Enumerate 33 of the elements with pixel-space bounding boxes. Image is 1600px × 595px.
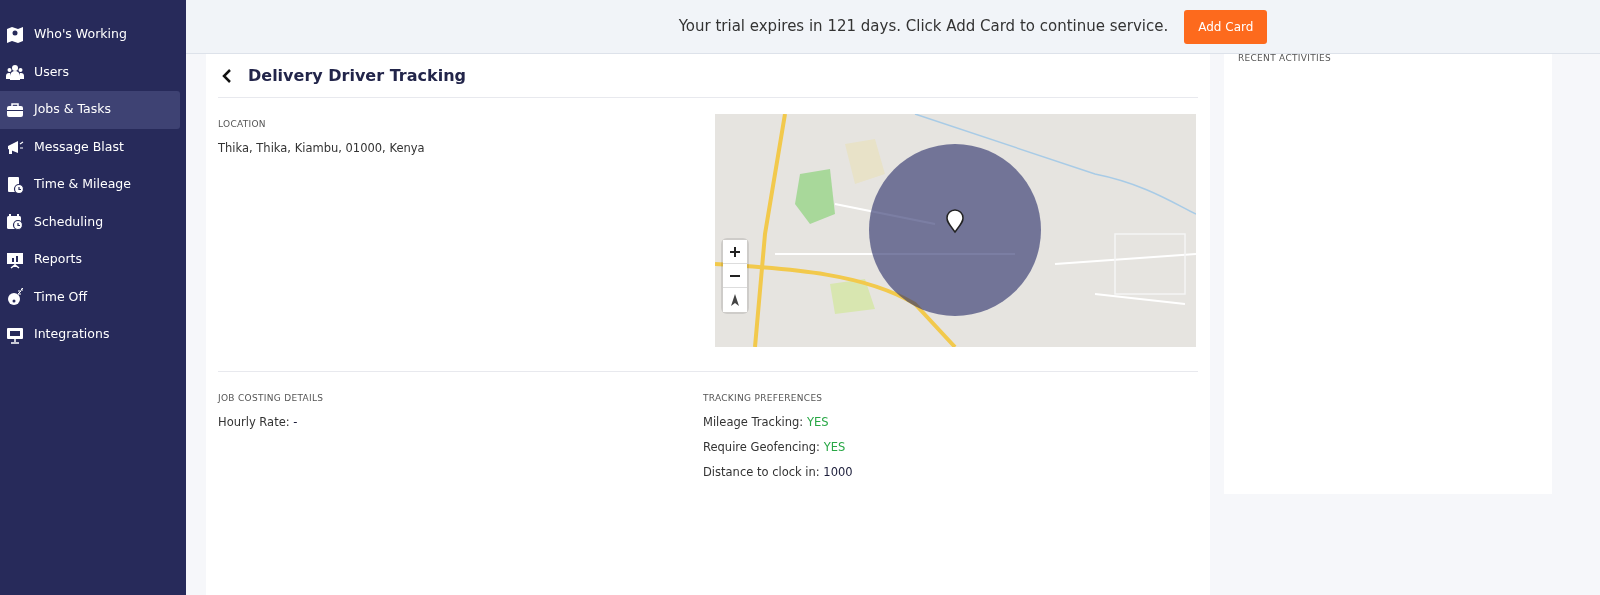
- trial-message: Your trial expires in 121 days. Click Add Card to continue service.: [678, 16, 1169, 38]
- users-icon: [6, 63, 24, 82]
- sidebar-item[interactable]: Jobs & Tasks: [0, 91, 180, 129]
- section-heading: TRACKING PREFERENCES: [703, 392, 824, 405]
- detail-line: Distance to clock in: 1000: [703, 464, 853, 481]
- sidebar-item[interactable]: Message Blast: [0, 128, 180, 166]
- sidebar-item[interactable]: Who's Working: [0, 16, 180, 54]
- sidebar-item[interactable]: Scheduling: [0, 203, 180, 241]
- clock-document-icon: [6, 175, 24, 194]
- map-icon: [6, 25, 24, 44]
- presentation-board-icon: [6, 250, 24, 269]
- back-icon[interactable]: [222, 68, 232, 83]
- calendar-clock-icon: [6, 213, 24, 232]
- sleeping-face-icon: [6, 288, 24, 307]
- address-text: Thika, Thika, Kiambu, 01000, Kenya: [218, 139, 426, 157]
- monitor-icon: [6, 325, 24, 344]
- compass-icon: [730, 293, 740, 307]
- detail-line: Hourly Rate: -: [218, 413, 299, 431]
- briefcase-icon: [6, 100, 24, 119]
- sidebar-item[interactable]: Reports: [0, 241, 180, 279]
- sidebar-item[interactable]: Users: [0, 53, 180, 91]
- section-heading: RECENT ACTIVITIES: [1238, 53, 1331, 63]
- sidebar-item[interactable]: Time & Mileage: [0, 166, 180, 204]
- detail-line: Mileage Tracking: YES: [703, 413, 830, 431]
- detail-line: Require Geofencing: YES: [703, 438, 847, 456]
- megaphone-icon: [6, 138, 24, 157]
- page-title: Delivery Driver Tracking: [248, 64, 466, 87]
- sidebar-item[interactable]: Time Off: [0, 278, 180, 316]
- plus-icon: [729, 245, 741, 258]
- section-heading: JOB COSTING DETAILS: [218, 392, 325, 405]
- section-heading: LOCATION: [218, 118, 267, 131]
- sidebar-item[interactable]: Integrations: [0, 316, 180, 354]
- zoom-in-button[interactable]: [723, 240, 747, 264]
